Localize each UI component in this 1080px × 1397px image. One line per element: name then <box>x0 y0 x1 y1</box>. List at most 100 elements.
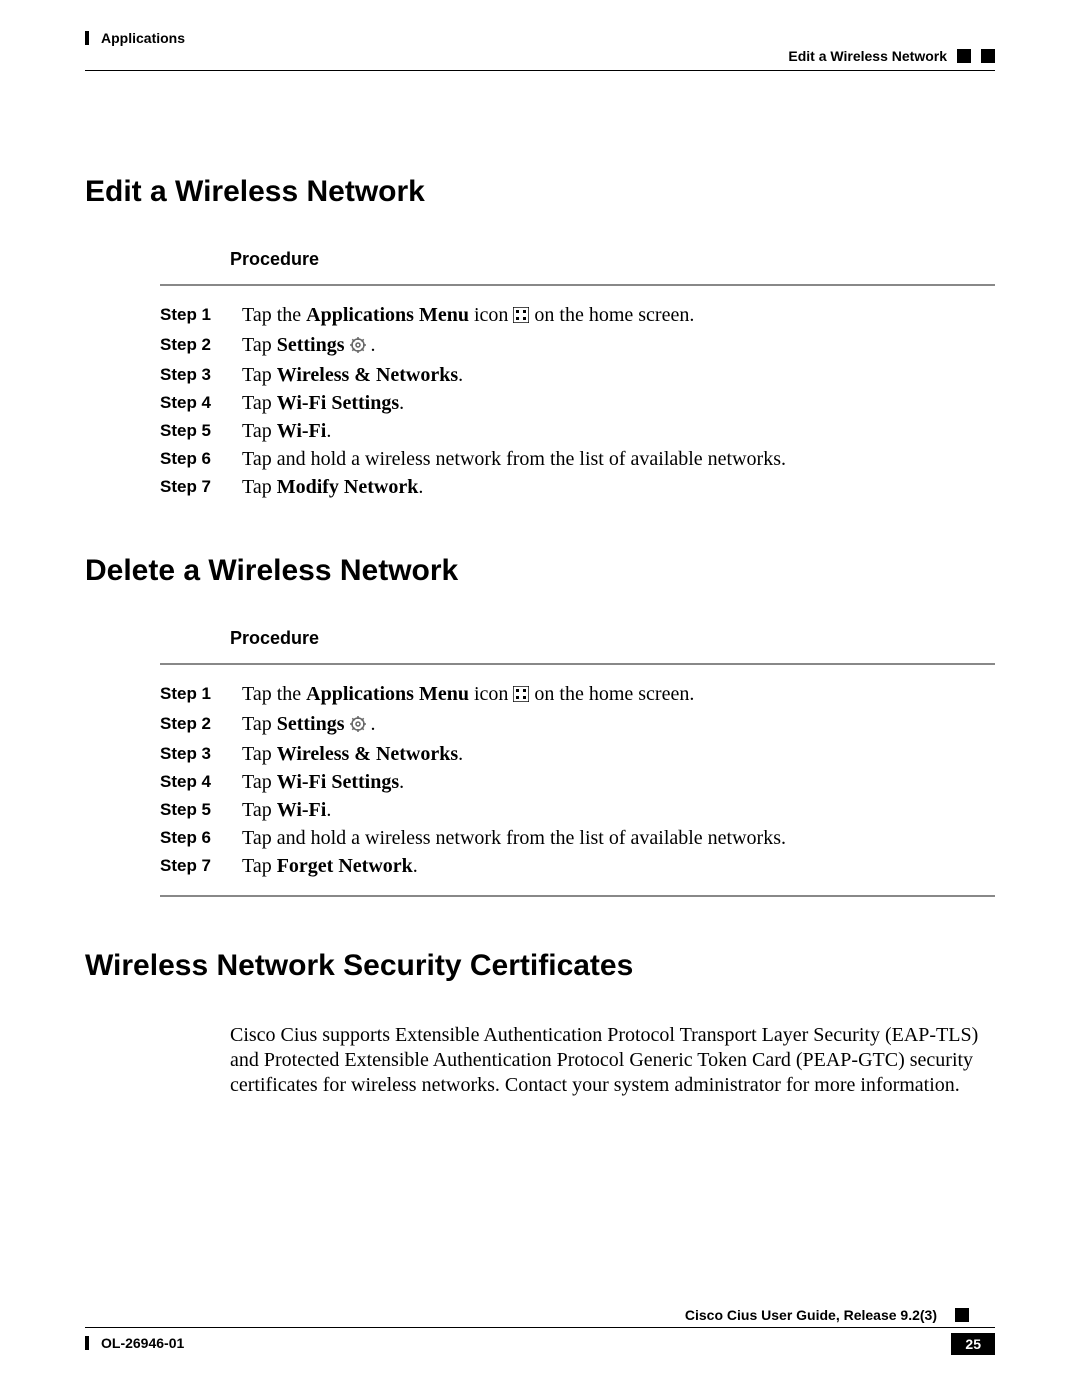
step-label: Step 1 <box>160 681 220 709</box>
delete-steps: Step 1 Tap the Applications Menu icon on… <box>160 663 995 897</box>
bold-text: Wi-Fi <box>277 799 327 821</box>
text: Tap <box>242 476 277 498</box>
bold-text: Applications Menu <box>306 304 469 326</box>
step-label: Step 4 <box>160 769 220 795</box>
step-row: Step 1 Tap the Applications Menu icon on… <box>160 302 995 330</box>
step-label: Step 7 <box>160 474 220 500</box>
square-icon <box>981 49 995 63</box>
text: Tap <box>242 855 277 877</box>
text: Tap the <box>242 304 306 326</box>
step-text: Tap the Applications Menu icon on the ho… <box>242 681 995 709</box>
step-row: Step 7 Tap Modify Network. <box>160 474 995 500</box>
text: . <box>366 334 376 356</box>
step-label: Step 6 <box>160 446 220 472</box>
step-row: Step 5 Tap Wi-Fi. <box>160 418 995 444</box>
step-row: Step 1 Tap the Applications Menu icon on… <box>160 681 995 709</box>
step-row: Step 2 Tap Settings . <box>160 711 995 739</box>
bold-text: Applications Menu <box>306 683 469 705</box>
step-text: Tap Wireless & Networks. <box>242 362 995 388</box>
step-label: Step 1 <box>160 302 220 330</box>
header-bar-icon <box>85 31 89 45</box>
step-text: Tap Wireless & Networks. <box>242 741 995 767</box>
applications-menu-icon <box>513 683 529 709</box>
text: . <box>399 392 404 414</box>
footer-bar-icon <box>85 1336 89 1350</box>
bold-text: Wi-Fi Settings <box>277 771 399 793</box>
text: Tap <box>242 392 277 414</box>
header-right: Edit a Wireless Network <box>788 48 995 64</box>
step-text: Tap Wi-Fi. <box>242 797 995 823</box>
bold-text: Modify Network <box>277 476 419 498</box>
text: Tap <box>242 771 277 793</box>
text: . <box>326 799 331 821</box>
bold-text: Settings <box>277 334 345 356</box>
footer-left: OL-26946-01 <box>85 1335 184 1351</box>
step-text: Tap the Applications Menu icon on the ho… <box>242 302 995 330</box>
text: . <box>326 420 331 442</box>
text: Tap <box>242 799 277 821</box>
step-text: Tap Settings . <box>242 711 995 739</box>
section-title-certs: Wireless Network Security Certificates <box>85 949 995 983</box>
text: Tap <box>242 364 277 386</box>
step-text: Tap Wi-Fi Settings. <box>242 390 995 416</box>
bold-text: Forget Network <box>277 855 413 877</box>
step-row: Step 3 Tap Wireless & Networks. <box>160 362 995 388</box>
section-title-delete: Delete a Wireless Network <box>85 554 995 588</box>
text: . <box>458 364 463 386</box>
text: . <box>399 771 404 793</box>
step-label: Step 2 <box>160 332 220 360</box>
step-label: Step 5 <box>160 797 220 823</box>
header-chapter-label: Applications <box>101 30 185 46</box>
step-text: Tap Modify Network. <box>242 474 995 500</box>
step-row: Step 5 Tap Wi-Fi. <box>160 797 995 823</box>
bold-text: Wi-Fi Settings <box>277 392 399 414</box>
edit-steps: Step 1 Tap the Applications Menu icon on… <box>160 284 995 500</box>
text: . <box>458 743 463 765</box>
bold-text: Settings <box>277 713 345 735</box>
steps-top-rule <box>160 663 995 665</box>
step-row: Step 4 Tap Wi-Fi Settings. <box>160 769 995 795</box>
text: Tap <box>242 743 277 765</box>
text: . <box>366 713 376 735</box>
step-text: Tap and hold a wireless network from the… <box>242 446 995 472</box>
certs-body: Cisco Cius supports Extensible Authentic… <box>230 1023 995 1098</box>
bold-text: Wireless & Networks <box>277 743 458 765</box>
step-row: Step 7 Tap Forget Network. <box>160 853 995 879</box>
header-section-label: Edit a Wireless Network <box>788 48 947 64</box>
procedure-heading: Procedure <box>230 249 995 270</box>
footer-rule <box>85 1327 995 1328</box>
step-label: Step 6 <box>160 825 220 851</box>
settings-gear-icon <box>350 713 366 739</box>
step-row: Step 6 Tap and hold a wireless network f… <box>160 446 995 472</box>
square-icon <box>955 1308 969 1322</box>
text: Tap <box>242 334 277 356</box>
text: Tap <box>242 713 277 735</box>
footer-doc-id: OL-26946-01 <box>101 1335 184 1351</box>
step-text: Tap Settings . <box>242 332 995 360</box>
step-text: Tap Forget Network. <box>242 853 995 879</box>
text: icon <box>469 304 513 326</box>
text: . <box>418 476 423 498</box>
section-title-edit: Edit a Wireless Network <box>85 175 995 209</box>
steps-top-rule <box>160 284 995 286</box>
step-row: Step 4 Tap Wi-Fi Settings. <box>160 390 995 416</box>
header-left: Applications <box>85 30 185 46</box>
step-label: Step 3 <box>160 741 220 767</box>
step-text: Tap and hold a wireless network from the… <box>242 825 995 851</box>
footer-right: Cisco Cius User Guide, Release 9.2(3) <box>685 1307 995 1323</box>
step-label: Step 4 <box>160 390 220 416</box>
text: on the home screen. <box>529 683 694 705</box>
square-icon <box>957 49 971 63</box>
page-footer: Cisco Cius User Guide, Release 9.2(3) OL… <box>85 1327 995 1367</box>
step-text: Tap Wi-Fi Settings. <box>242 769 995 795</box>
text: . <box>413 855 418 877</box>
text: icon <box>469 683 513 705</box>
step-row: Step 3 Tap Wireless & Networks. <box>160 741 995 767</box>
applications-menu-icon <box>513 304 529 330</box>
step-text: Tap Wi-Fi. <box>242 418 995 444</box>
content: Edit a Wireless Network Procedure Step 1… <box>85 175 995 1218</box>
header-rule <box>85 70 995 71</box>
procedure-heading: Procedure <box>230 628 995 649</box>
footer-guide-title: Cisco Cius User Guide, Release 9.2(3) <box>685 1307 937 1323</box>
step-label: Step 2 <box>160 711 220 739</box>
